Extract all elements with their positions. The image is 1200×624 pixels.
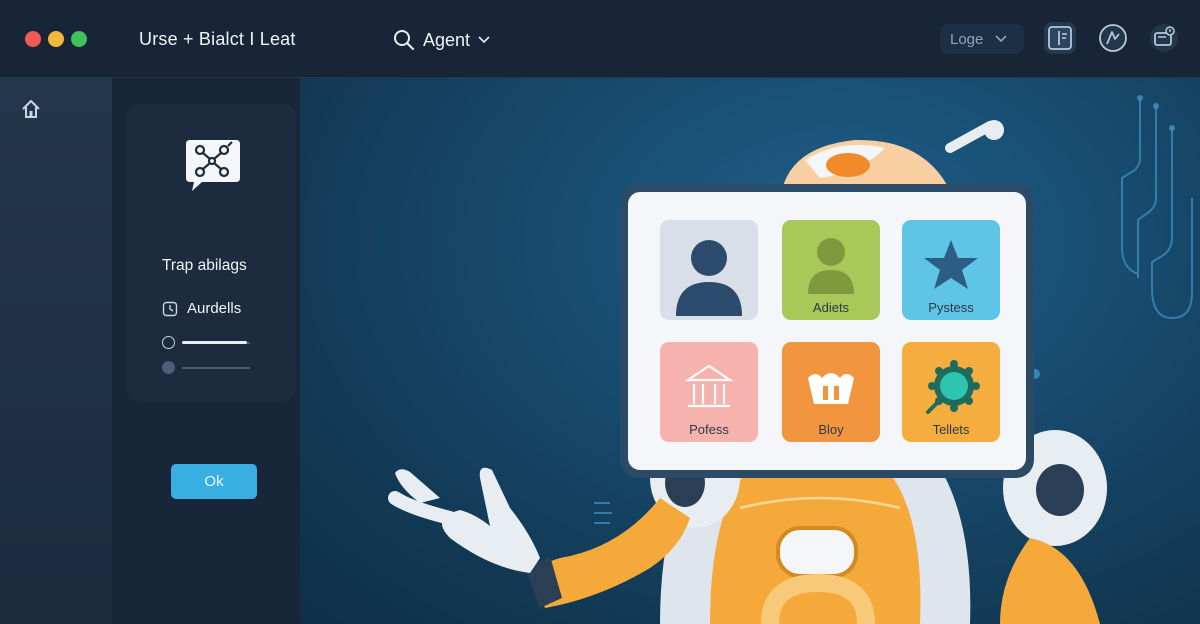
app-grid-window: Adiets Pystess Pofess Bloy Tellets xyxy=(620,184,1034,478)
agent-label: Agent xyxy=(423,29,471,50)
tile-pystess[interactable]: Pystess xyxy=(902,220,1000,320)
compass-button[interactable] xyxy=(1097,22,1129,54)
panel-icon xyxy=(1048,26,1072,50)
logo-select[interactable]: Loge xyxy=(940,24,1024,54)
slider-two[interactable] xyxy=(162,360,252,376)
home-icon xyxy=(22,100,40,118)
slider-knob[interactable] xyxy=(162,336,175,349)
chevron-down-icon xyxy=(995,35,1007,43)
search-icon xyxy=(394,30,415,51)
chat-network-icon xyxy=(186,140,240,191)
tile-label: Tellets xyxy=(932,422,970,437)
title-bar: Urse + Bialct I Leat Agent Loge xyxy=(0,0,1200,78)
tile-label: Bloy xyxy=(818,422,844,437)
window-controls xyxy=(25,31,87,47)
slider-one[interactable] xyxy=(162,335,252,351)
clock-icon xyxy=(162,301,178,316)
minimize-window-button[interactable] xyxy=(48,31,64,47)
slider-track xyxy=(182,367,250,369)
tile-label: Adiets xyxy=(812,300,850,315)
slider-knob[interactable] xyxy=(162,361,175,374)
tile-adiets[interactable]: Adiets xyxy=(782,220,880,320)
aurdells-row[interactable]: Aurdells xyxy=(162,300,241,317)
maximize-window-button[interactable] xyxy=(71,31,87,47)
agent-dropdown[interactable]: Agent xyxy=(393,26,490,54)
app-title: Urse + Bialct I Leat xyxy=(139,29,296,49)
slider-fill xyxy=(182,341,247,344)
left-rail xyxy=(0,78,112,624)
logo-select-label: Loge xyxy=(950,30,984,48)
device-button[interactable] xyxy=(1148,22,1180,54)
close-window-button[interactable] xyxy=(25,31,41,47)
aurdells-label: Aurdells xyxy=(187,300,242,317)
chevron-down-icon xyxy=(478,36,490,44)
tile-label: Pofess xyxy=(689,422,729,437)
tile-tellets[interactable]: Tellets xyxy=(902,342,1000,442)
tile-label: Pystess xyxy=(928,300,974,315)
tile-bloy[interactable]: Bloy xyxy=(782,342,880,442)
app-grid: Adiets Pystess Pofess Bloy Tellets xyxy=(628,192,1026,470)
tile-pofess[interactable]: Pofess xyxy=(660,342,758,442)
home-button[interactable] xyxy=(20,98,42,120)
main-canvas: Adiets Pystess Pofess Bloy Tellets xyxy=(300,78,1200,624)
person-icon xyxy=(676,240,742,316)
ok-button[interactable]: Ok xyxy=(171,464,257,499)
device-icon xyxy=(1150,24,1178,52)
card-heading: Trap abilags xyxy=(162,257,247,274)
panel-button[interactable] xyxy=(1044,22,1076,54)
tile-person[interactable] xyxy=(660,220,758,320)
compass-icon xyxy=(1099,24,1127,52)
